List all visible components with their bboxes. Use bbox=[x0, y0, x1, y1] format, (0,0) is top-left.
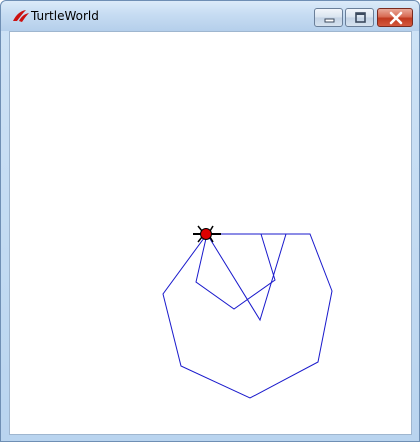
application-window: TurtleWorld bbox=[0, 0, 420, 442]
turtle-path-inner bbox=[195, 233, 276, 310]
maximize-icon bbox=[355, 12, 366, 23]
title-bar[interactable]: TurtleWorld bbox=[1, 1, 419, 31]
maximize-button[interactable] bbox=[345, 8, 374, 27]
window-title: TurtleWorld bbox=[31, 9, 99, 23]
minimize-button[interactable] bbox=[314, 8, 343, 27]
close-icon bbox=[389, 11, 403, 25]
close-button[interactable] bbox=[377, 8, 413, 27]
minimize-icon bbox=[324, 18, 335, 23]
tk-feather-icon[interactable] bbox=[11, 8, 31, 24]
turtle-sprite bbox=[193, 225, 221, 243]
turtle-path bbox=[162, 233, 333, 399]
turtle-canvas[interactable] bbox=[9, 31, 412, 435]
